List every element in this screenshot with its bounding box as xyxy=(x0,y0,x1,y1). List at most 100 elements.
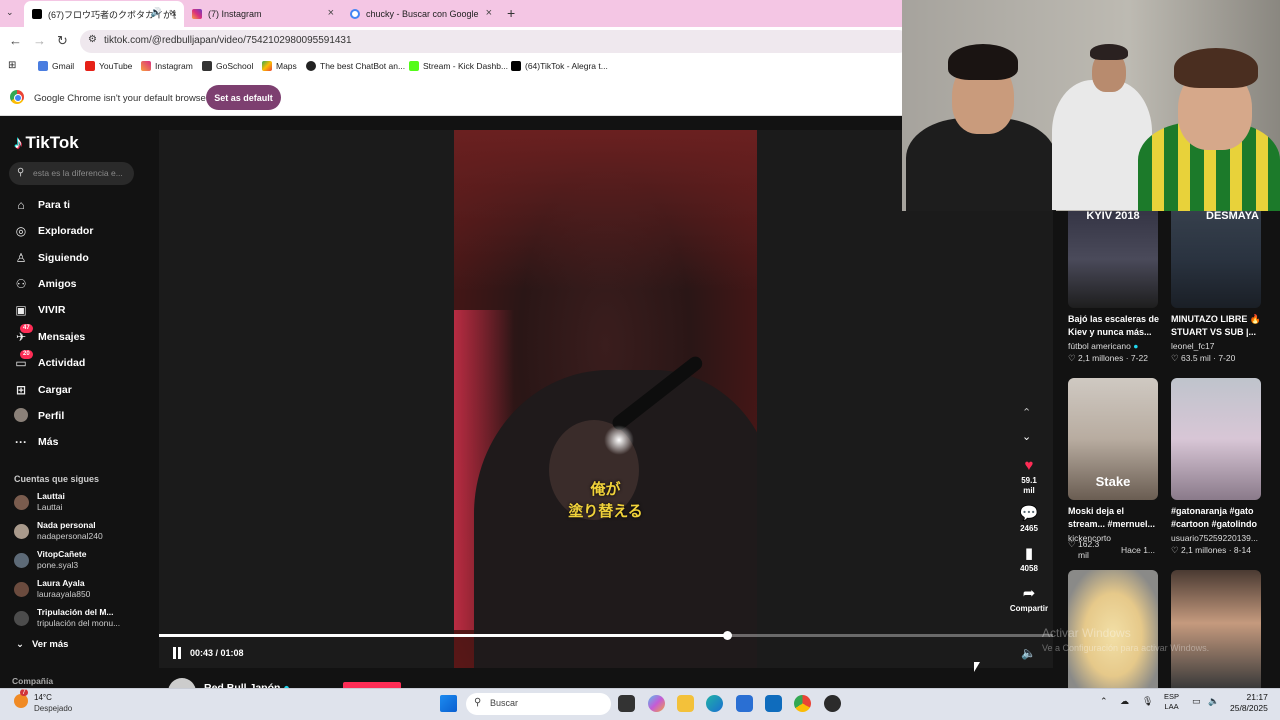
tab-title: (7) Instagram xyxy=(208,9,262,19)
close-tab-icon[interactable]: × xyxy=(328,7,334,19)
nav-explorador[interactable]: ◎ Explorador xyxy=(12,221,94,241)
recommended-title[interactable]: MINUTAZO LIBRE 🔥 STUART VS SUB |... xyxy=(1171,313,1263,338)
bookmark-maps[interactable]: Maps xyxy=(262,61,297,71)
following-account[interactable]: Tripulación del M... tripulación del monu… xyxy=(14,606,120,630)
following-account[interactable]: Nada personal nadapersonal240 xyxy=(14,519,103,543)
bookmark-icon: ▮ xyxy=(1024,545,1034,562)
recommended-thumbnail[interactable] xyxy=(1171,570,1261,688)
search-input[interactable]: ⚲ esta es la diferencia e... xyxy=(9,162,134,185)
volume-icon[interactable]: 🔈 xyxy=(1021,646,1036,660)
weather-icon[interactable] xyxy=(14,694,28,708)
outlook-icon[interactable] xyxy=(765,695,782,712)
forward-icon[interactable]: → xyxy=(33,34,46,48)
new-tab-button[interactable]: + xyxy=(507,5,515,21)
bookmark-chatbot[interactable]: The best ChatBot an... xyxy=(306,61,405,71)
following-account[interactable]: Laura Ayala lauraayala850 xyxy=(14,577,90,601)
site-info-icon[interactable]: ⚙ xyxy=(88,34,97,45)
set-as-default-button[interactable]: Set as default xyxy=(206,85,281,110)
tab-instagram[interactable]: (7) Instagram × xyxy=(184,1,342,27)
bookmark-goschool[interactable]: GoSchool xyxy=(202,61,253,71)
recommended-title[interactable]: Bajó las escaleras de Kiev y nunca más..… xyxy=(1068,313,1160,338)
taskbar-search[interactable]: ⚲ Buscar xyxy=(466,693,611,715)
store-icon[interactable] xyxy=(736,695,753,712)
bookmark-label: (64)TikTok - Alegra t... xyxy=(525,61,608,71)
recommended-title[interactable]: #gatonaranja #gato #cartoon #gatolindo xyxy=(1171,505,1263,530)
bookmark-gmail[interactable]: Gmail xyxy=(38,61,74,71)
recommended-meta: ♡ 162.3 mil xyxy=(1068,539,1099,561)
following-account[interactable]: Lauttai Lauttai xyxy=(14,490,65,514)
ver-mas-button[interactable]: ⌄ Ver más xyxy=(16,639,68,650)
account-name: Lauttai xyxy=(37,491,65,501)
tab-search-icon[interactable]: ⌄ xyxy=(6,7,14,18)
bookmark-kick[interactable]: Stream - Kick Dashb... xyxy=(409,61,508,71)
save-button[interactable]: ▮ 4058 xyxy=(1010,546,1048,574)
account-handle: lauraayala850 xyxy=(37,589,91,599)
address-bar[interactable]: ⚙ tiktok.com/@redbulljapan/video/7542102… xyxy=(80,30,910,53)
apps-icon[interactable]: ⊞ xyxy=(8,60,16,71)
following-account[interactable]: VitopCañete pone.syal3 xyxy=(14,548,86,572)
thumbnail-overlay-text: KYIV 2018 xyxy=(1086,210,1140,222)
share-button[interactable]: ➦ Compartir xyxy=(1006,586,1052,614)
recommended-author[interactable]: usuario75259220139... xyxy=(1171,533,1258,543)
recommended-author[interactable]: leonel_fc17 xyxy=(1171,341,1214,351)
weather-badge: 7 xyxy=(20,689,28,696)
audio-playing-icon[interactable]: 🔊 xyxy=(151,7,162,18)
nav-perfil[interactable]: Perfil xyxy=(12,406,64,426)
like-button[interactable]: ♥ 59.1 mil xyxy=(1010,458,1048,496)
weather-temp: 14°C xyxy=(34,693,52,702)
onedrive-icon[interactable]: ☁ xyxy=(1120,696,1129,707)
nav-mensajes[interactable]: ✈ 47 Mensajes xyxy=(12,324,85,347)
nav-vivir[interactable]: ▣ VIVIR xyxy=(12,300,65,320)
heart-outline-icon: ♡ xyxy=(1068,353,1076,363)
video-progress-fill xyxy=(159,634,727,637)
video-progress-handle[interactable] xyxy=(722,631,732,640)
google-favicon-icon xyxy=(350,9,360,19)
nav-label: Más xyxy=(38,436,59,448)
search-icon: ⚲ xyxy=(474,697,482,708)
nav-amigos[interactable]: ⚇ Amigos xyxy=(12,274,77,294)
tray-overflow-icon[interactable]: ⌃ xyxy=(1100,696,1108,707)
bookmark-instagram[interactable]: Instagram xyxy=(141,61,193,71)
tiktok-logo[interactable]: ♪ TikTok xyxy=(14,133,79,153)
video-frame[interactable] xyxy=(454,130,757,668)
chevron-up-icon[interactable]: ⌃ xyxy=(1022,406,1031,419)
nav-cargar[interactable]: ⊞ Cargar xyxy=(12,380,72,400)
back-icon[interactable]: ← xyxy=(9,34,22,48)
bookmark-youtube[interactable]: YouTube xyxy=(85,61,132,71)
activity-badge: 20 xyxy=(20,350,33,359)
account-handle: tripulación del monu... xyxy=(37,618,121,628)
recommended-thumbnail[interactable] xyxy=(1171,378,1261,500)
task-view-icon[interactable] xyxy=(618,695,635,712)
chevron-down-icon: ⌄ xyxy=(16,639,24,650)
recommended-author[interactable]: fútbol americano ● xyxy=(1068,341,1138,351)
nav-mas[interactable]: ··· Más xyxy=(12,432,58,452)
recommended-title[interactable]: Moski deja el stream... #mernuel... xyxy=(1068,505,1160,530)
chrome-taskbar-icon[interactable] xyxy=(794,695,811,712)
reload-icon[interactable]: ↻ xyxy=(57,34,68,48)
nav-actividad[interactable]: ▭ 20 Actividad xyxy=(12,350,85,373)
pause-icon[interactable] xyxy=(172,647,182,659)
chevron-down-icon[interactable]: ⌄ xyxy=(1022,430,1031,443)
taskbar-clock[interactable]: 21:17 25/8/2025 xyxy=(1230,692,1268,714)
microphone-icon[interactable]: 🎙 xyxy=(1142,696,1153,707)
speaker-icon[interactable]: 🔈 xyxy=(1208,696,1219,707)
windows-start-icon[interactable] xyxy=(440,695,457,712)
bookmark-tiktok[interactable]: (64)TikTok - Alegra t... xyxy=(511,61,608,71)
network-icon[interactable]: ▭ xyxy=(1192,696,1201,707)
nav-para-ti[interactable]: ⌂ Para ti xyxy=(12,195,70,215)
obs-icon[interactable] xyxy=(824,695,841,712)
nav-siguiendo[interactable]: ♙ Siguiendo xyxy=(12,248,89,268)
copilot-icon[interactable] xyxy=(648,695,665,712)
file-explorer-icon[interactable] xyxy=(677,695,694,712)
tab-google-search[interactable]: chucky - Buscar con Google × xyxy=(342,1,500,27)
comment-button[interactable]: 💬 2465 xyxy=(1010,506,1048,534)
tab-tiktok[interactable]: (67)フロウ巧者のクボタカイが初 🔊 × xyxy=(24,1,184,27)
search-icon: ⚲ xyxy=(17,167,25,178)
recommended-thumbnail[interactable]: Stake xyxy=(1068,378,1158,500)
avatar xyxy=(14,523,29,539)
keyboard-language[interactable]: ESP LAA xyxy=(1164,692,1179,712)
edge-icon[interactable] xyxy=(706,695,723,712)
close-tab-icon[interactable]: × xyxy=(170,7,176,19)
light-flare xyxy=(604,425,634,455)
close-tab-icon[interactable]: × xyxy=(486,7,492,19)
